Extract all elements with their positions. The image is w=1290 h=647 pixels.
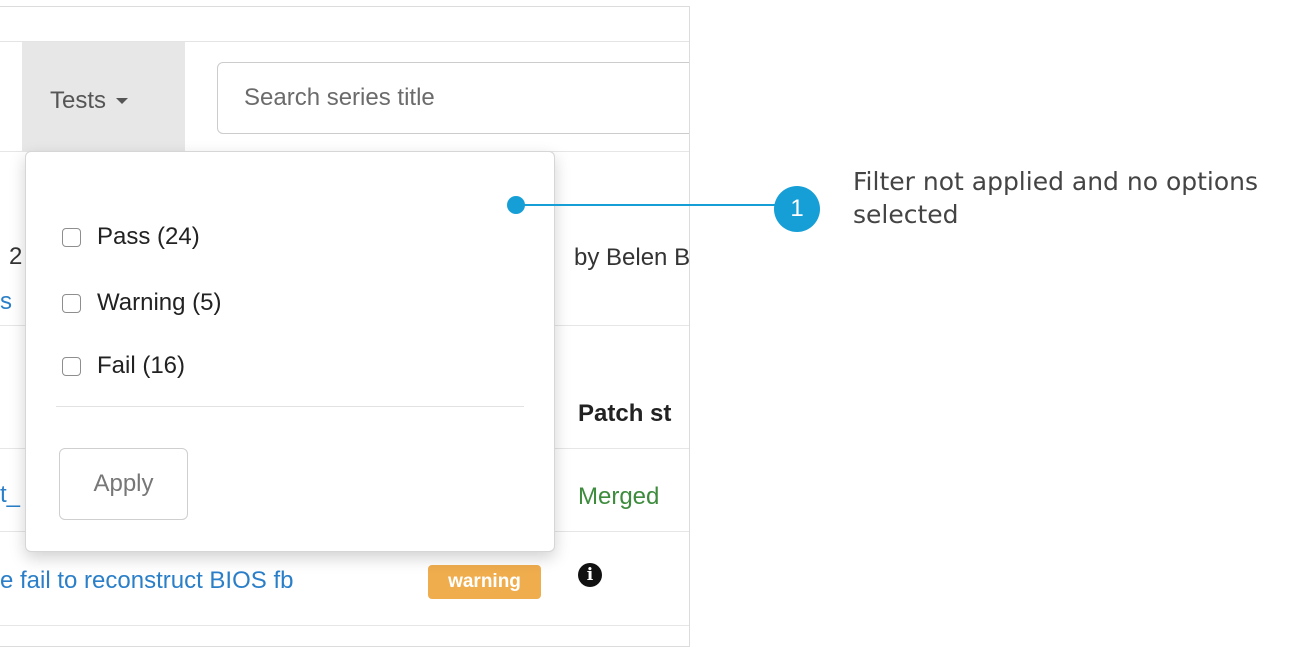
warning-checkbox[interactable] [62,293,81,313]
series-title-link[interactable]: e fail to reconstruct BIOS fb [0,567,293,595]
callout-connector [516,204,784,206]
filter-option-label: Pass (24) [97,223,200,250]
tests-filter-dropdown: Pass (24) Warning (5) Fail (16) Apply [25,151,555,552]
tests-filter-tab[interactable]: Tests [22,42,185,151]
caret-down-icon [116,98,129,105]
filter-option-warning[interactable]: Warning (5) [62,286,221,320]
callout-number-badge: 1 [774,186,820,232]
patch-status-merged: Merged [578,483,660,510]
dropdown-divider [56,406,524,407]
test-status-badge: warning [428,565,541,599]
fail-checkbox[interactable] [62,356,81,376]
pass-checkbox[interactable] [62,227,81,247]
filter-option-label: Warning (5) [97,289,222,316]
patch-status-header: Patch st [578,400,672,427]
callout-annotation-text: Filter not applied and no options select… [853,167,1259,229]
table-row-divider [0,625,689,626]
series-link-fragment[interactable]: s [0,288,12,316]
info-circle-icon[interactable]: i [578,563,602,587]
apply-button[interactable]: Apply [59,448,188,520]
patch-link-fragment[interactable]: t_ [0,481,20,509]
filter-option-label: Fail (16) [97,352,186,379]
filter-option-fail[interactable]: Fail (16) [62,349,185,383]
screenshot-panel: Tests 2 s t_ by Belen B Patch st Merged … [0,6,690,647]
series-date-fragment: 2 [9,243,23,270]
filter-option-pass[interactable]: Pass (24) [62,220,200,254]
submitter-text: by Belen B [574,244,690,271]
search-series-input[interactable] [217,62,689,134]
tests-filter-label: Tests [50,86,107,114]
callout-anchor-dot [507,196,525,214]
